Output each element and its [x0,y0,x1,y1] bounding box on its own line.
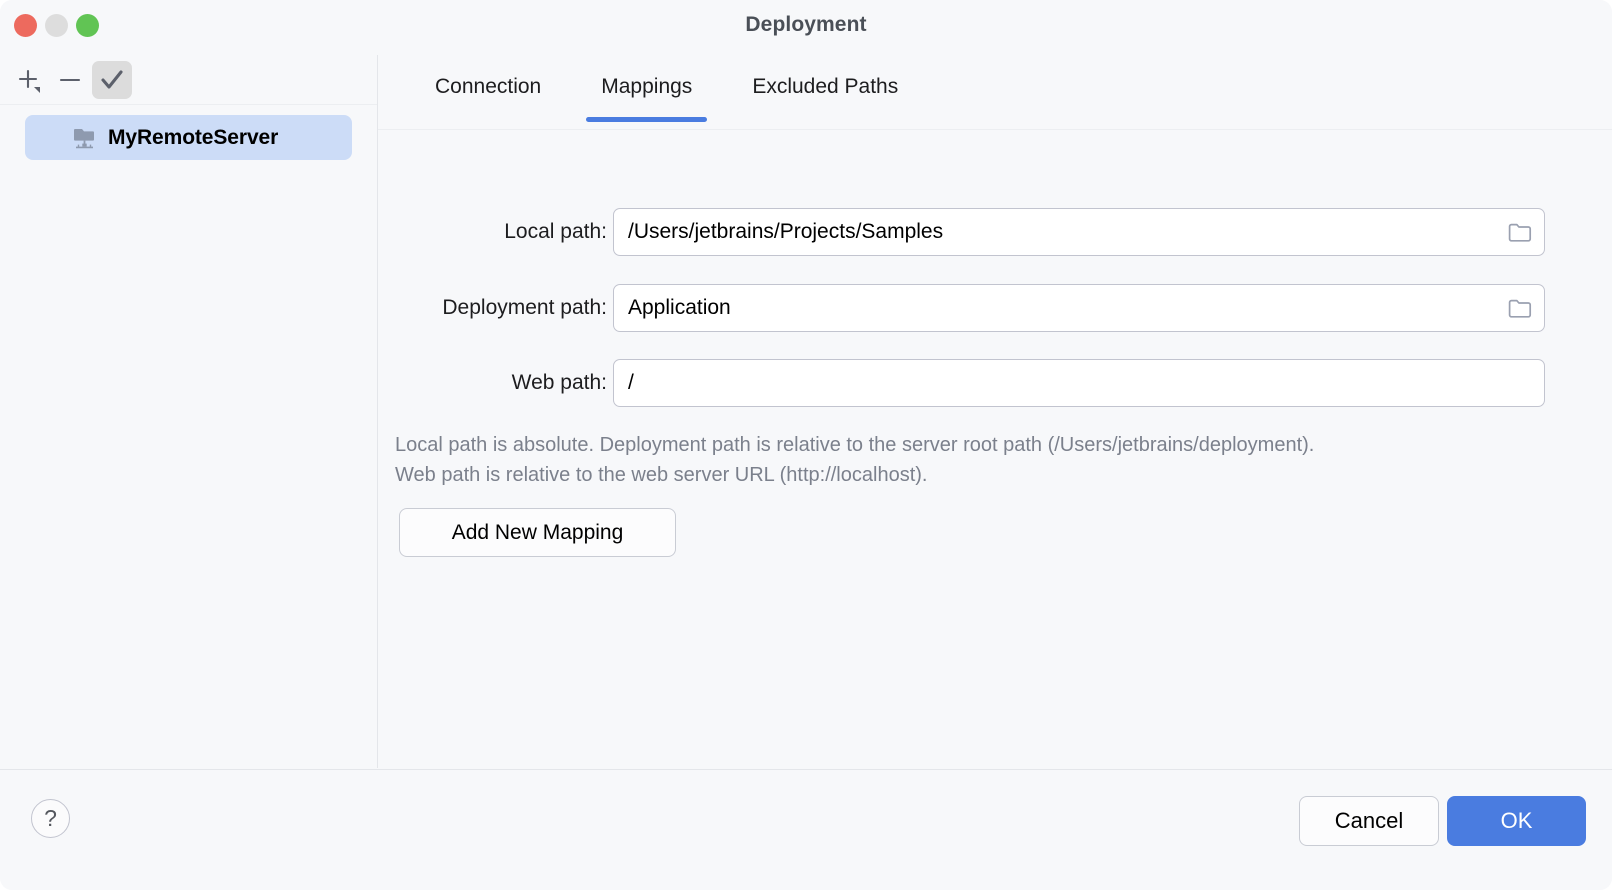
tab-mappings[interactable]: Mappings [571,55,722,129]
cancel-button-label: Cancel [1335,808,1403,834]
tab-underline [586,117,707,122]
main-panel: Connection Mappings Excluded Paths Local… [378,55,1612,768]
folder-icon [1508,298,1532,319]
title-bar: Deployment [0,0,1612,55]
local-path-row: Local path: /Users/jetbrains/Projects/Sa… [378,208,1612,256]
tab-connection-label: Connection [435,75,541,98]
web-path-value: / [628,371,634,395]
deployment-dialog: Deployment [0,0,1612,890]
minus-icon [56,66,84,94]
hint-line-1: Local path is absolute. Deployment path … [395,430,1595,460]
servers-sidebar: MyRemoteServer [0,55,378,768]
tab-bar: Connection Mappings Excluded Paths [378,55,1612,130]
server-list: MyRemoteServer [0,105,377,768]
add-new-mapping-label: Add New Mapping [452,521,624,545]
mappings-form: Local path: /Users/jetbrains/Projects/Sa… [378,130,1612,768]
cancel-button[interactable]: Cancel [1299,796,1439,846]
tab-mappings-label: Mappings [601,75,692,98]
add-server-button[interactable] [8,61,48,99]
tab-excluded-paths-label: Excluded Paths [752,75,898,98]
remove-server-button[interactable] [50,61,90,99]
help-icon: ? [44,805,57,832]
folder-icon [1508,222,1532,243]
ok-button-label: OK [1501,808,1533,834]
help-button[interactable]: ? [31,799,70,838]
web-path-label: Web path: [395,371,607,395]
page-title: Deployment [0,13,1612,37]
add-new-mapping-button[interactable]: Add New Mapping [399,508,676,557]
deployment-path-browse-button[interactable] [1508,297,1532,319]
checkmark-icon [98,66,126,94]
dialog-footer: ? Cancel OK [0,769,1612,890]
deployment-path-row: Deployment path: Application [378,284,1612,332]
local-path-input[interactable]: /Users/jetbrains/Projects/Samples [613,208,1545,256]
sidebar-toolbar [0,55,377,105]
tab-connection[interactable]: Connection [405,55,571,129]
remote-server-icon [72,126,98,150]
tab-excluded-paths[interactable]: Excluded Paths [722,55,928,129]
plus-icon [14,66,42,94]
ok-button[interactable]: OK [1447,796,1586,846]
web-path-row: Web path: / [378,359,1612,407]
deployment-path-value: Application [628,296,731,320]
local-path-value: /Users/jetbrains/Projects/Samples [628,220,943,244]
local-path-label: Local path: [395,220,607,244]
set-default-server-button[interactable] [92,61,132,99]
sidebar-item-myremoteserver[interactable]: MyRemoteServer [25,115,352,160]
local-path-browse-button[interactable] [1508,221,1532,243]
mappings-hint: Local path is absolute. Deployment path … [395,430,1595,490]
web-path-input[interactable]: / [613,359,1545,407]
deployment-path-label: Deployment path: [395,296,607,320]
hint-line-2: Web path is relative to the web server U… [395,460,1595,490]
deployment-path-input[interactable]: Application [613,284,1545,332]
sidebar-item-label: MyRemoteServer [108,126,278,150]
